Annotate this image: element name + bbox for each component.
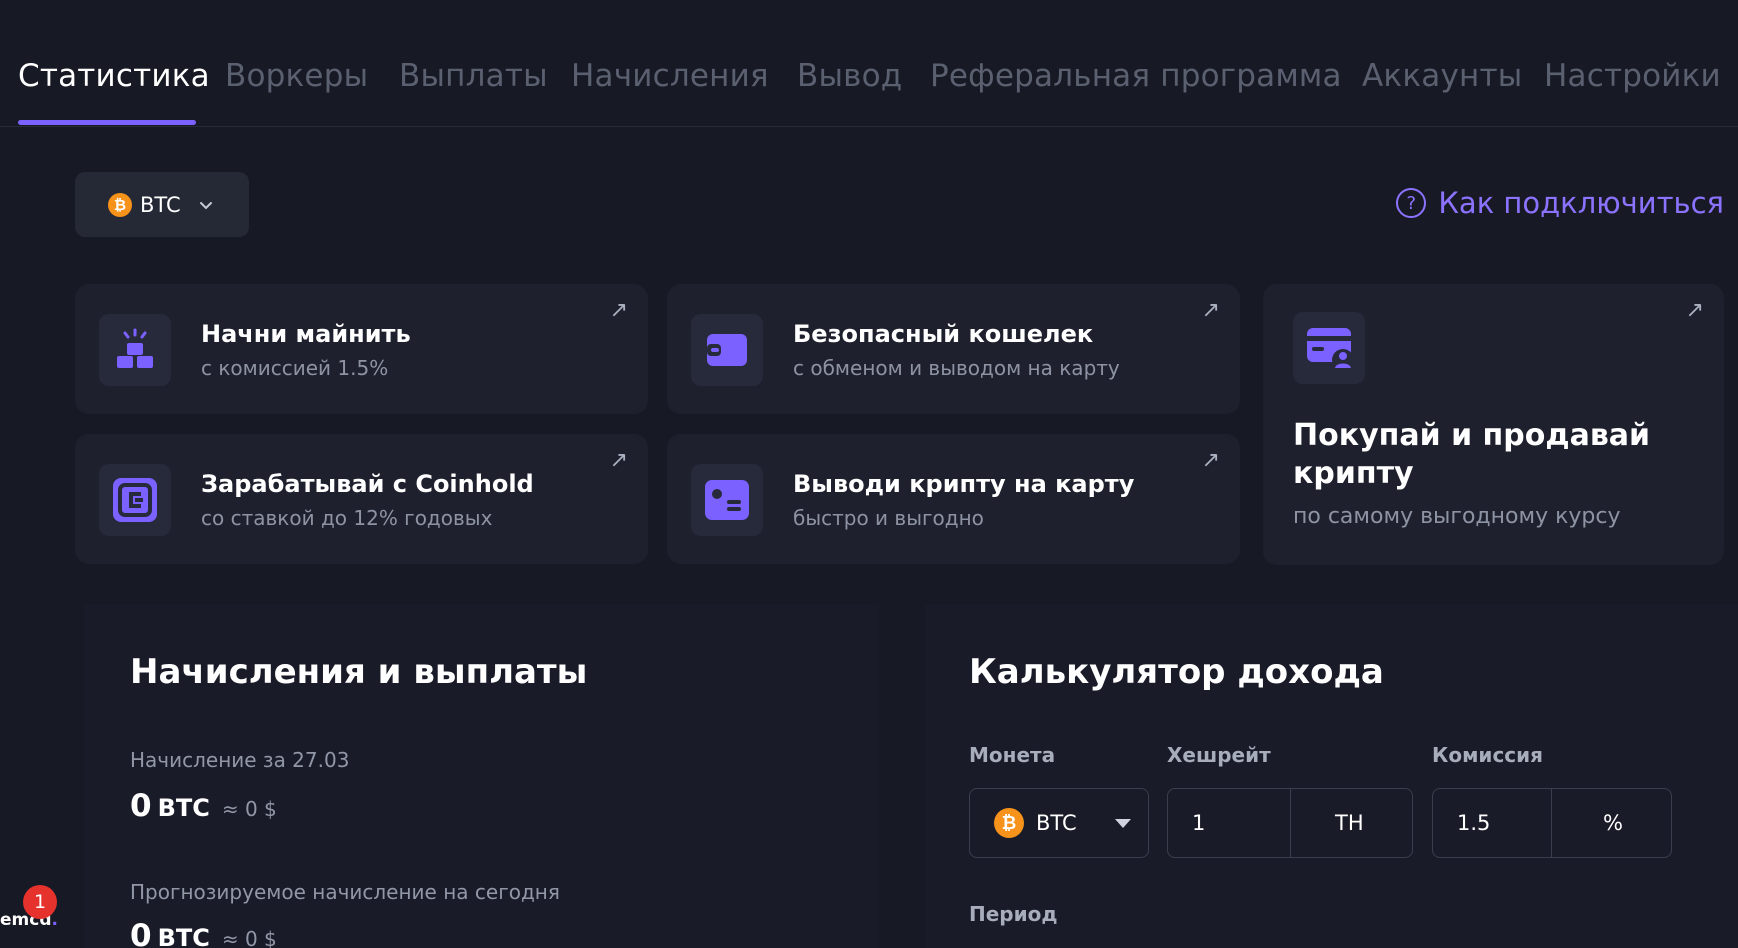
card-subtitle: быстро и выгодно xyxy=(793,506,984,530)
calculator-coin-select[interactable]: ₿ BTC xyxy=(969,788,1149,858)
accrual-usd: ≈ 0 $ xyxy=(221,797,277,821)
accrual-date-label: Начисление за 27.03 xyxy=(130,748,350,772)
tab-referral[interactable]: Реферальная программа xyxy=(930,58,1342,94)
forecast-amount: 0 BTC ≈ 0 $ xyxy=(130,918,277,948)
tab-bar: Статистика Воркеры Выплаты Начисления Вы… xyxy=(0,0,1738,127)
external-arrow-icon: ↗ xyxy=(609,298,628,323)
forecast-currency: BTC xyxy=(157,924,210,948)
forecast-label: Прогнозируемое начисление на сегодня xyxy=(130,880,560,904)
tab-withdraw[interactable]: Вывод xyxy=(797,58,902,94)
calculator-coin-value: BTC xyxy=(1036,811,1077,835)
card-withdraw-icon xyxy=(691,464,763,536)
wallet-icon xyxy=(691,314,763,386)
question-icon: ? xyxy=(1396,188,1427,218)
active-tab-indicator xyxy=(18,120,196,125)
card-subtitle: со ставкой до 12% годовых xyxy=(201,506,493,530)
mining-icon xyxy=(99,314,171,386)
fee-unit: % xyxy=(1603,811,1623,835)
tab-accounts[interactable]: Аккаунты xyxy=(1362,58,1522,94)
coinhold-icon xyxy=(99,464,171,536)
tab-accruals[interactable]: Начисления xyxy=(571,58,769,94)
calculator-title: Калькулятор дохода xyxy=(969,652,1384,692)
fee-input-group: 1.5 % xyxy=(1432,788,1672,858)
accruals-panel: Начисления и выплаты Начисление за 27.03… xyxy=(84,604,879,948)
coin-field-label: Монета xyxy=(969,743,1056,767)
card-subtitle: с комиссией 1.5% xyxy=(201,356,389,380)
fee-input[interactable]: 1.5 xyxy=(1457,811,1490,835)
forecast-value: 0 xyxy=(130,918,152,948)
promo-card-withdraw-card[interactable]: ↗ Выводи крипту на карту быстро и выгодн… xyxy=(667,434,1240,564)
bitcoin-icon: ₿ xyxy=(994,808,1024,838)
promo-card-coinhold[interactable]: ↗ Зарабатывай с Coinhold со ставкой до 1… xyxy=(75,434,648,564)
income-calculator-panel: Калькулятор дохода Монета Хешрейт Комисс… xyxy=(925,604,1738,948)
card-subtitle: по самому выгодному курсу xyxy=(1293,504,1621,529)
accrual-amount: 0 BTC ≈ 0 $ xyxy=(130,788,277,824)
promo-card-wallet[interactable]: ↗ Безопасный кошелек с обменом и выводом… xyxy=(667,284,1240,414)
hashrate-input-group: 1 TH xyxy=(1167,788,1413,858)
how-to-connect-label: Как подключиться xyxy=(1438,186,1724,220)
external-arrow-icon: ↗ xyxy=(1201,298,1220,323)
forecast-usd: ≈ 0 $ xyxy=(221,927,277,948)
divider xyxy=(1290,789,1291,857)
accrual-value: 0 xyxy=(130,788,152,824)
notification-badge[interactable]: 1 xyxy=(23,885,57,919)
card-title: Выводи крипту на карту xyxy=(793,470,1135,498)
promo-card-exchange[interactable]: ↗ Покупай и продавай крипту по самому вы… xyxy=(1263,284,1724,565)
how-to-connect-link[interactable]: ? Как подключиться xyxy=(1396,186,1724,220)
external-arrow-icon: ↗ xyxy=(1201,448,1220,473)
bitcoin-icon: ₿ xyxy=(108,192,132,217)
card-title: Начни майнить xyxy=(201,320,411,348)
tab-payouts[interactable]: Выплаты xyxy=(399,58,548,94)
exchange-card-icon xyxy=(1293,312,1365,384)
coin-selector[interactable]: ₿ BTC xyxy=(75,172,249,237)
chevron-down-icon xyxy=(199,201,212,209)
coin-selector-label: BTC xyxy=(140,192,181,217)
hashrate-input[interactable]: 1 xyxy=(1192,811,1205,835)
card-title-line2: крипту xyxy=(1293,456,1414,491)
divider xyxy=(1551,789,1552,857)
tab-settings[interactable]: Настройки xyxy=(1544,58,1721,94)
hashrate-field-label: Хешрейт xyxy=(1167,743,1271,767)
card-title: Покупай и продавай xyxy=(1293,418,1651,453)
caret-down-icon xyxy=(1115,819,1131,828)
card-title: Зарабатывай с Coinhold xyxy=(201,470,534,498)
accruals-title: Начисления и выплаты xyxy=(130,652,588,692)
fee-field-label: Комиссия xyxy=(1432,743,1544,767)
external-arrow-icon: ↗ xyxy=(1685,298,1704,323)
external-arrow-icon: ↗ xyxy=(609,448,628,473)
promo-card-mining[interactable]: ↗ Начни майнить с комиссией 1.5% xyxy=(75,284,648,414)
accrual-currency: BTC xyxy=(157,794,210,822)
period-field-label: Период xyxy=(969,902,1058,926)
hashrate-unit-select[interactable]: TH xyxy=(1335,811,1364,835)
tab-statistics[interactable]: Статистика xyxy=(18,58,210,94)
tab-workers[interactable]: Воркеры xyxy=(225,58,368,94)
card-subtitle: с обменом и выводом на карту xyxy=(793,356,1120,380)
card-title: Безопасный кошелек xyxy=(793,320,1094,348)
